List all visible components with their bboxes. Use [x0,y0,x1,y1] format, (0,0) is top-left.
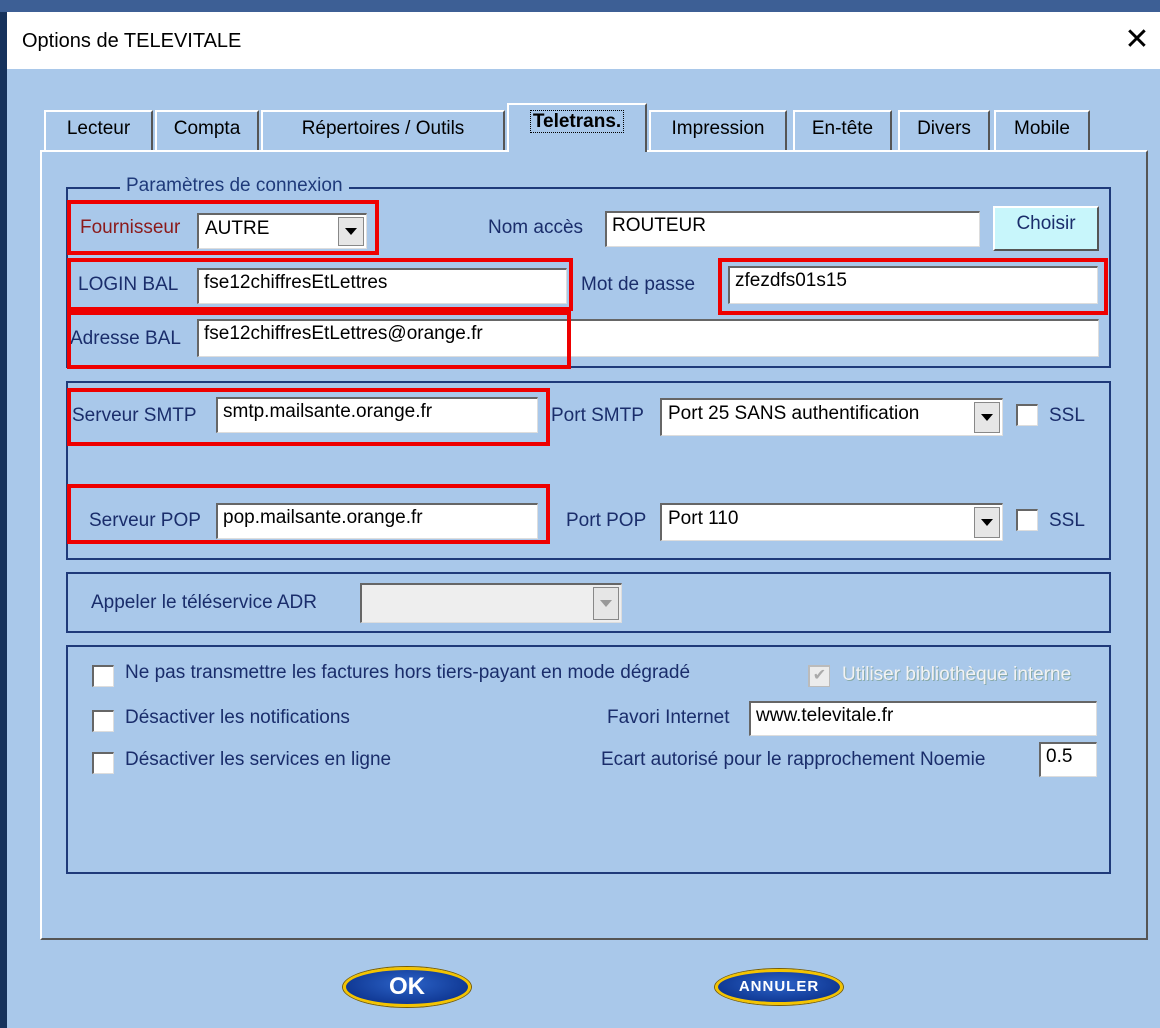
window-title: Options de TELEVITALE [22,30,242,52]
highlight-box-login-bal [67,258,573,311]
highlight-box-smtp [67,388,550,446]
desactiver-services-checkbox[interactable] [92,752,114,774]
port-smtp-value: Port 25 SANS authentification [668,403,920,424]
tab-label: Compta [173,118,241,139]
tab-en-tete[interactable]: En-tête [793,110,892,152]
port-pop-label: Port POP [566,510,647,531]
desactiver-notifications-label: Désactiver les notifications [125,707,350,728]
tab-impression[interactable]: Impression [649,110,787,152]
adr-label: Appeler le téléservice ADR [91,592,317,613]
tab-compta[interactable]: Compta [155,110,259,152]
annuler-button[interactable]: ANNULER [715,969,843,1005]
nom-acces-field[interactable]: ROUTEUR [605,211,980,247]
tab-label: Teletrans. [529,110,625,133]
port-smtp-label: Port SMTP [551,405,644,426]
smtp-ssl-label: SSL [1049,405,1085,426]
port-pop-value: Port 110 [668,508,739,529]
tab-label: Répertoires / Outils [301,118,465,139]
smtp-ssl-checkbox[interactable] [1016,404,1038,426]
utiliser-bibliotheque-checkbox[interactable]: ✔ [808,665,830,687]
ecart-field[interactable]: 0.5 [1039,742,1097,777]
connexion-legend: Paramètres de connexion [120,175,349,197]
tab-label: En-tête [811,118,874,139]
ecart-label: Ecart autorisé pour le rapprochement Noe… [601,749,986,770]
close-icon[interactable]: ✕ [1121,22,1153,58]
tab-mobile[interactable]: Mobile [994,110,1090,152]
choisir-button[interactable]: Choisir [993,206,1099,251]
tab-repertoires-outils[interactable]: Répertoires / Outils [261,110,505,152]
desactiver-services-label: Désactiver les services en ligne [125,749,392,770]
highlight-box-pop [67,484,550,544]
highlight-box-adresse-bal [67,311,571,369]
tab-teletrans[interactable]: Teletrans. [507,103,647,152]
chevron-down-icon[interactable] [974,402,1000,433]
chevron-down-icon[interactable] [974,507,1000,538]
utiliser-bibliotheque-label: Utiliser bibliothèque interne [842,664,1072,685]
chevron-down-icon[interactable] [593,587,619,620]
tab-divers[interactable]: Divers [898,110,990,152]
checkmark-icon: ✔ [812,667,827,684]
tab-label: Mobile [1014,118,1070,139]
adr-select[interactable] [360,583,622,623]
favori-internet-label: Favori Internet [607,707,730,728]
desactiver-notifications-checkbox[interactable] [92,710,114,732]
mot-de-passe-label: Mot de passe [581,274,696,295]
window-left-edge [0,12,7,1028]
pop-ssl-label: SSL [1049,510,1085,531]
port-pop-select[interactable]: Port 110 [660,503,1003,541]
tab-lecteur[interactable]: Lecteur [44,110,153,152]
pop-ssl-checkbox[interactable] [1016,509,1038,531]
highlight-box-fournisseur [67,200,379,255]
port-smtp-select[interactable]: Port 25 SANS authentification [660,398,1003,436]
background-strip [0,0,1160,12]
ne-pas-transmettre-checkbox[interactable] [92,665,114,687]
active-tab-joint [509,148,645,154]
tab-label: Impression [671,118,765,139]
tab-label: Lecteur [66,118,131,139]
nom-acces-label: Nom accès [488,217,584,238]
ok-button[interactable]: OK [343,967,471,1007]
tab-label: Divers [917,118,971,139]
ne-pas-transmettre-label: Ne pas transmettre les factures hors tie… [125,662,691,683]
highlight-box-mot-de-passe [718,258,1108,315]
favori-internet-field[interactable]: www.televitale.fr [749,701,1097,736]
